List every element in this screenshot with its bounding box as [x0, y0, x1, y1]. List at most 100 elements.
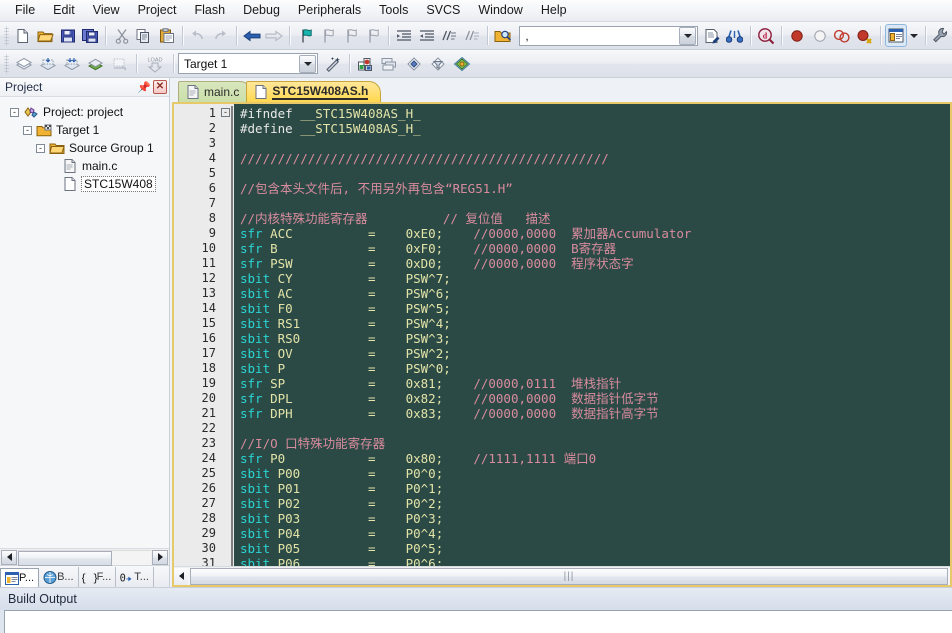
code-line[interactable]: sbit CY = PSW^7;: [240, 271, 950, 286]
code-line[interactable]: sfr SP = 0x81; //0000,0111 堆栈指针: [240, 376, 950, 391]
project-scroll-track[interactable]: [18, 549, 151, 566]
cut-button[interactable]: [110, 24, 132, 47]
code-line[interactable]: sbit P05 = P0^5;: [240, 541, 950, 556]
target-dropdown-button[interactable]: [299, 54, 316, 73]
menu-item-help[interactable]: Help: [532, 0, 576, 21]
outdent-button[interactable]: [416, 24, 438, 47]
search-combo[interactable]: ,: [519, 25, 699, 46]
code-line[interactable]: sbit RS1 = PSW^4;: [240, 316, 950, 331]
code-line[interactable]: sbit P01 = P0^1;: [240, 481, 950, 496]
filter-button[interactable]: [426, 52, 450, 75]
project-scroll-thumb[interactable]: [18, 550, 112, 566]
manage-project-items-button[interactable]: [354, 52, 378, 75]
code-line[interactable]: sbit P00 = P0^0;: [240, 466, 950, 481]
menu-item-peripherals[interactable]: Peripherals: [289, 0, 370, 21]
project-tab-2[interactable]: { }F...: [79, 567, 117, 587]
uncomment-button[interactable]: [461, 24, 483, 47]
indent-button[interactable]: [393, 24, 415, 47]
search-input[interactable]: ,: [520, 29, 679, 43]
target-combo[interactable]: Target 1: [178, 53, 318, 74]
editor-tab-stc15w408as-h[interactable]: STC15W408AS.h: [246, 81, 382, 102]
code-line[interactable]: #define __STC15W408AS_H_: [240, 121, 950, 136]
new-file-button[interactable]: [12, 24, 34, 47]
toolbar-grip[interactable]: [4, 53, 9, 74]
open-file-button[interactable]: [34, 24, 56, 47]
scroll-left-button[interactable]: [1, 549, 17, 565]
bookmark-clear-button[interactable]: [362, 24, 384, 47]
tree-expander-button[interactable]: -: [10, 107, 19, 117]
configure-button[interactable]: [930, 24, 952, 47]
editor-tab-main-c[interactable]: main.c: [178, 81, 253, 102]
breakpoint-insert-button[interactable]: [786, 24, 808, 47]
tree-node-stc15w408[interactable]: STC15W408: [4, 175, 169, 193]
fold-toggle-button[interactable]: -: [221, 108, 230, 117]
target-options-button[interactable]: [321, 52, 345, 75]
code-line[interactable]: sfr DPH = 0x83; //0000,0000 数据指针高字节: [240, 406, 950, 421]
code-line[interactable]: sbit P06 = P0^6;: [240, 556, 950, 566]
search-dropdown-button[interactable]: [679, 26, 697, 45]
project-tab-1[interactable]: B...: [39, 567, 79, 587]
code-line[interactable]: [240, 421, 950, 436]
tree-node-source-group-1[interactable]: - Source Group 1: [4, 139, 169, 157]
code-line[interactable]: #ifndef __STC15W408AS_H_: [240, 106, 950, 121]
code-fold-bar[interactable]: -: [220, 104, 234, 566]
stop-build-button[interactable]: [108, 52, 132, 75]
code-line[interactable]: sbit F0 = PSW^5;: [240, 301, 950, 316]
navigate-back-button[interactable]: [241, 24, 263, 47]
code-line[interactable]: sfr B = 0xF0; //0000,0000 B寄存器: [240, 241, 950, 256]
target-selected-value[interactable]: Target 1: [179, 57, 299, 71]
multi-project-button[interactable]: [378, 52, 402, 75]
paste-button[interactable]: [155, 24, 177, 47]
scroll-right-button[interactable]: [152, 549, 168, 565]
code-line[interactable]: sfr P0 = 0x80; //1111,1111 端口0: [240, 451, 950, 466]
bookmark-search-button[interactable]: [723, 24, 745, 47]
code-line[interactable]: sfr PSW = 0xD0; //0000,0000 程序状态字: [240, 256, 950, 271]
code-text[interactable]: #ifndef __STC15W408AS_H_ #define __STC15W…: [234, 104, 950, 566]
debug-start-button[interactable]: d: [755, 24, 777, 47]
code-line[interactable]: ////////////////////////////////////////…: [240, 151, 950, 166]
bookmark-next-button[interactable]: [339, 24, 361, 47]
bookmark-toggle-button[interactable]: [294, 24, 316, 47]
editor-scroll-left-button[interactable]: [174, 567, 188, 585]
project-tab-0[interactable]: P...: [0, 568, 40, 588]
menu-item-project[interactable]: Project: [129, 0, 186, 21]
save-button[interactable]: [57, 24, 79, 47]
undo-button[interactable]: [187, 24, 209, 47]
bookmark-prev-button[interactable]: [317, 24, 339, 47]
project-hscrollbar[interactable]: [0, 548, 169, 566]
editor-scroll-thumb[interactable]: |||: [190, 567, 948, 585]
tree-expander-button[interactable]: -: [36, 143, 45, 153]
find-in-files-button[interactable]: [492, 24, 514, 47]
download-button[interactable]: LOAD: [141, 52, 169, 75]
insert-file-button[interactable]: [701, 24, 723, 47]
window-layout-dropdown[interactable]: [907, 24, 920, 47]
toolbar-grip[interactable]: [4, 25, 9, 46]
menu-item-svcs[interactable]: SVCS: [417, 0, 469, 21]
code-line[interactable]: sbit AC = PSW^6;: [240, 286, 950, 301]
editor-scroll-track[interactable]: |||: [188, 567, 950, 585]
tree-expander-button[interactable]: -: [23, 125, 32, 135]
save-all-button[interactable]: [79, 24, 101, 47]
code-line[interactable]: [240, 166, 950, 181]
menu-item-flash[interactable]: Flash: [185, 0, 234, 21]
editor-hscrollbar[interactable]: |||: [174, 566, 950, 585]
code-line[interactable]: sbit P03 = P0^3;: [240, 511, 950, 526]
code-line[interactable]: //I/O 口特殊功能寄存器: [240, 436, 950, 451]
comment-button[interactable]: [438, 24, 460, 47]
code-line[interactable]: //包含本头文件后, 不用另外再包含“REG51.H”: [240, 181, 950, 196]
build-output-content[interactable]: [4, 610, 952, 633]
code-line[interactable]: [240, 136, 950, 151]
project-tree[interactable]: - Project: project - Target 1 - Source Group …: [0, 97, 169, 548]
breakpoint-kill-all-button[interactable]: [854, 24, 876, 47]
tree-node-project-project[interactable]: - Project: project: [4, 103, 169, 121]
redo-button[interactable]: [209, 24, 231, 47]
code-line[interactable]: sbit P02 = P0^2;: [240, 496, 950, 511]
code-line[interactable]: sbit P = PSW^0;: [240, 361, 950, 376]
menu-item-window[interactable]: Window: [469, 0, 531, 21]
breakpoint-disable-all-button[interactable]: [831, 24, 853, 47]
pack-installer-button[interactable]: [450, 52, 474, 75]
translate-button[interactable]: [12, 52, 36, 75]
close-panel-button[interactable]: ✕: [153, 80, 167, 94]
menu-item-file[interactable]: File: [6, 0, 44, 21]
menu-item-tools[interactable]: Tools: [370, 0, 417, 21]
